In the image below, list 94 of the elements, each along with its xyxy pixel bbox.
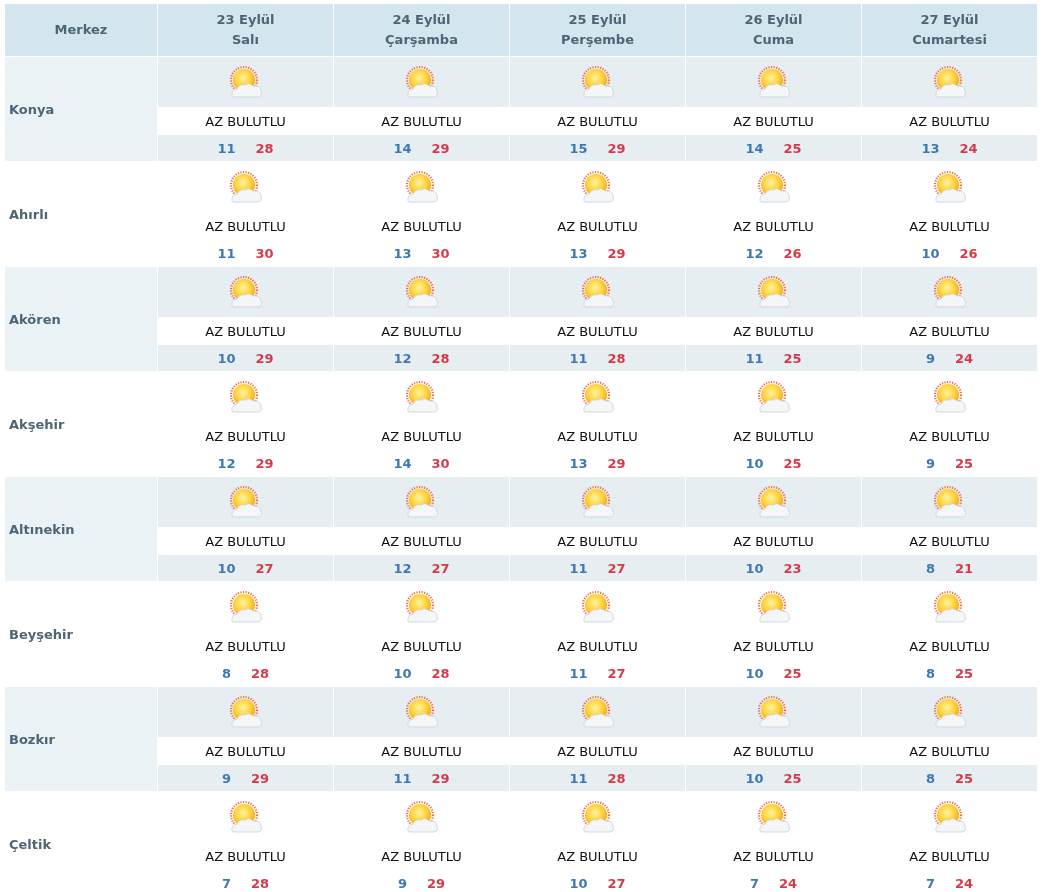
low-temperature: 13 [393,245,412,261]
day-header: 26 Eylül Cuma [686,4,861,56]
low-temperature: 10 [217,350,236,366]
day-header: 23 Eylül Salı [158,4,333,56]
high-temperature: 30 [255,245,274,261]
city-name-cell-text: Beyşehir [8,625,74,644]
low-temperature: 12 [217,455,236,471]
high-temperature: 23 [783,560,802,576]
low-temperature: 7 [749,875,759,891]
low-temperature: 13 [569,245,588,261]
high-temperature: 25 [954,455,974,471]
high-temperature: 29 [255,455,274,471]
high-temperature: 24 [954,875,974,891]
high-temperature: 24 [954,350,974,366]
city-name-cell-text: Ahırlı [8,205,50,224]
high-temperature: 30 [431,455,450,471]
high-temperature: 25 [783,770,802,786]
high-temperature: 28 [607,350,626,366]
high-temperature: 28 [607,770,626,786]
high-temperature: 27 [607,665,626,681]
high-temperature: 26 [959,245,978,261]
low-temperature: 14 [745,140,764,156]
low-temperature: 11 [745,350,764,366]
low-temperature: 11 [569,665,588,681]
city-name-cell: Altınekin [5,477,157,581]
low-temperature: 9 [397,875,407,891]
low-temperature: 11 [569,770,588,786]
low-temperature: 14 [393,140,412,156]
low-temperature: 12 [393,560,412,576]
city-name-cell: Bozkır [5,687,157,791]
low-temperature: 8 [221,665,231,681]
high-temperature: 29 [607,245,626,261]
column-header: Merkez [5,4,157,56]
low-temperature: 14 [393,455,412,471]
low-temperature: 10 [745,770,764,786]
low-temperature: 10 [393,665,412,681]
low-temperature: 7 [925,875,935,891]
city-name-cell: Konya [5,57,157,161]
low-temperature: 10 [745,455,764,471]
low-temperature: 10 [745,560,764,576]
high-temperature: 24 [778,875,798,891]
high-temperature: 29 [250,770,270,786]
day-header: 24 Eylül Çarşamba [334,4,509,56]
low-temperature: 13 [921,140,940,156]
high-temperature: 30 [431,245,450,261]
low-temperature: 8 [925,770,935,786]
low-temperature: 11 [393,770,412,786]
low-temperature: 11 [569,350,588,366]
high-temperature: 25 [954,770,974,786]
high-temperature: 28 [431,350,450,366]
high-temperature: 25 [783,140,802,156]
low-temperature: 11 [217,245,236,261]
high-temperature: 25 [783,350,802,366]
high-temperature: 29 [607,140,626,156]
high-temperature: 27 [607,875,626,891]
high-temperature: 29 [426,875,446,891]
city-name-cell-text: Akşehir [8,415,66,434]
high-temperature: 27 [255,560,274,576]
low-temperature: 9 [925,350,935,366]
high-temperature: 27 [431,560,450,576]
city-name-cell-text: Çeltik [8,835,53,854]
low-temperature: 10 [921,245,940,261]
high-temperature: 25 [783,665,802,681]
high-temperature: 29 [607,455,626,471]
high-temperature: 24 [959,140,978,156]
high-temperature: 29 [431,770,450,786]
high-temperature: 27 [607,560,626,576]
high-temperature: 25 [954,665,974,681]
city-name-cell: Akören [5,267,157,371]
high-temperature: 29 [431,140,450,156]
high-temperature: 28 [250,875,270,891]
high-temperature: 21 [954,560,974,576]
high-temperature: 29 [255,350,274,366]
low-temperature: 8 [925,560,935,576]
low-temperature: 8 [925,665,935,681]
low-temperature: 10 [217,560,236,576]
day-header: 27 Eylül Cumartesi [862,4,1037,56]
low-temperature: 15 [569,140,588,156]
high-temperature: 26 [783,245,802,261]
high-temperature: 25 [783,455,802,471]
high-temperature: 28 [250,665,270,681]
low-temperature: 13 [569,455,588,471]
low-temperature: 7 [221,875,231,891]
low-temperature: 12 [745,245,764,261]
low-temperature: 9 [221,770,231,786]
low-temperature: 10 [569,875,588,891]
low-temperature: 12 [393,350,412,366]
high-temperature: 28 [255,140,274,156]
high-temperature: 28 [431,665,450,681]
day-header: 25 Eylül Perşembe [510,4,685,56]
low-temperature: 11 [569,560,588,576]
low-temperature: 9 [925,455,935,471]
low-temperature: 11 [217,140,236,156]
low-temperature: 10 [745,665,764,681]
